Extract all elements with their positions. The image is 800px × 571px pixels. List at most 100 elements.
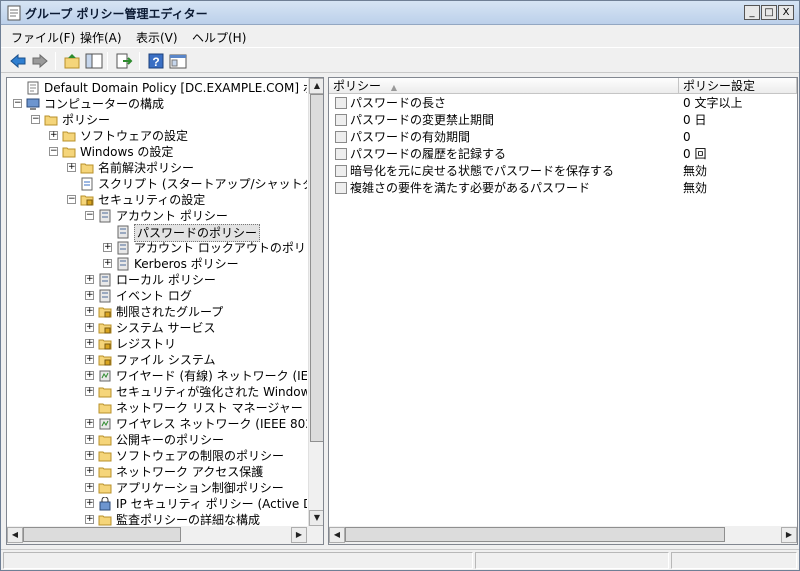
tree-horizontal-scrollbar[interactable]: ◀ ▶ — [7, 526, 323, 544]
column-policy[interactable]: ポリシー ▲ — [329, 78, 679, 94]
tree-item[interactable]: + アカウント ロックアウトのポリシー — [7, 240, 307, 256]
collapse-icon[interactable]: − — [67, 195, 76, 204]
list-scroll-left-icon[interactable]: ◀ — [329, 527, 345, 543]
scroll-right-icon[interactable]: ▶ — [291, 527, 307, 543]
tree-item[interactable]: + ワイヤレス ネットワーク (IEEE 802.11) ポ — [7, 416, 307, 432]
tree-item[interactable]: + 名前解決ポリシー — [7, 160, 307, 176]
tree-item[interactable]: + ソフトウェアの制限のポリシー — [7, 448, 307, 464]
collapse-icon[interactable]: − — [13, 99, 22, 108]
tree-item-label: ワイヤレス ネットワーク (IEEE 802.11) ポ — [116, 417, 307, 431]
tree-item[interactable]: + ソフトウェアの設定 — [7, 128, 307, 144]
close-button[interactable]: X — [778, 5, 794, 20]
tree-item[interactable]: + システム サービス — [7, 320, 307, 336]
collapse-icon[interactable]: − — [49, 147, 58, 156]
tree-item[interactable]: + ネットワーク アクセス保護 — [7, 464, 307, 480]
maximize-button[interactable]: □ — [761, 5, 777, 20]
menu-file[interactable]: ファイル(F) — [11, 29, 75, 46]
tree-item[interactable]: − アカウント ポリシー — [7, 208, 307, 224]
expand-icon[interactable]: + — [85, 275, 94, 284]
help-icon[interactable]: ? — [147, 52, 165, 70]
svg-text:?: ? — [152, 55, 159, 69]
tree-item[interactable]: パスワードのポリシー — [7, 224, 307, 242]
policy-row[interactable]: 暗号化を元に戻せる状態でパスワードを保存する 無効 — [329, 163, 797, 179]
minimize-button[interactable]: _ — [744, 5, 760, 20]
back-icon[interactable] — [9, 52, 27, 70]
tree-vertical-scrollbar[interactable]: ▲ ▼ — [308, 78, 323, 526]
expand-icon[interactable]: + — [85, 339, 94, 348]
tree-scroll-thumb[interactable] — [310, 94, 323, 442]
expand-icon[interactable]: + — [85, 483, 94, 492]
expand-icon[interactable]: + — [85, 355, 94, 364]
sort-asc-icon: ▲ — [390, 83, 397, 92]
policy-row[interactable]: パスワードの長さ 0 文字以上 — [329, 95, 797, 111]
expand-icon[interactable]: + — [85, 451, 94, 460]
policy-row[interactable]: 複雑さの要件を満たす必要があるパスワード 無効 — [329, 180, 797, 196]
tree-item[interactable]: スクリプト (スタートアップ/シャットダウン) — [7, 176, 307, 192]
tree-item[interactable]: + ファイル システム — [7, 352, 307, 368]
scroll-left-icon[interactable]: ◀ — [7, 527, 23, 543]
expand-icon[interactable]: + — [85, 515, 94, 524]
policy-setting-icon — [335, 182, 347, 194]
menu-action[interactable]: 操作(A) — [80, 29, 122, 46]
collapse-icon[interactable]: − — [85, 211, 94, 220]
tree-item[interactable]: + 監査ポリシーの詳細な構成 — [7, 512, 307, 526]
tree-item-label: システム サービス — [116, 321, 216, 335]
policy-row[interactable]: パスワードの履歴を記録する 0 回 — [329, 146, 797, 162]
up-folder-icon[interactable] — [63, 52, 81, 70]
tree-item[interactable]: Default Domain Policy [DC.EXAMPLE.COM] ポ… — [7, 80, 307, 96]
tree-item[interactable]: − ポリシー — [7, 112, 307, 128]
menu-view[interactable]: 表示(V) — [136, 29, 178, 46]
expand-icon[interactable]: + — [85, 435, 94, 444]
show-hide-tree-icon[interactable] — [85, 52, 103, 70]
computer-icon — [26, 97, 40, 110]
scroll-up-icon[interactable]: ▲ — [309, 78, 323, 94]
expand-icon[interactable]: + — [85, 467, 94, 476]
list-scroll-right-icon[interactable]: ▶ — [781, 527, 797, 543]
forward-icon[interactable] — [31, 52, 49, 70]
tree-item[interactable]: + レジストリ — [7, 336, 307, 352]
console-tree-pane[interactable]: Default Domain Policy [DC.EXAMPLE.COM] ポ… — [6, 77, 324, 545]
expand-icon[interactable]: + — [85, 291, 94, 300]
expand-icon[interactable]: + — [85, 419, 94, 428]
expand-icon[interactable]: + — [85, 307, 94, 316]
tree-item[interactable]: + ワイヤード (有線) ネットワーク (IEEE 8 — [7, 368, 307, 384]
properties-icon[interactable] — [169, 52, 187, 70]
tree-item[interactable]: + Kerberos ポリシー — [7, 256, 307, 272]
folder-icon — [98, 513, 112, 526]
expand-icon[interactable]: + — [85, 323, 94, 332]
tree-item[interactable]: + セキュリティが強化された Windows ファ — [7, 384, 307, 400]
tree-item[interactable]: + ローカル ポリシー — [7, 272, 307, 288]
tree-hscroll-thumb[interactable] — [23, 527, 181, 542]
policy-row[interactable]: パスワードの有効期間 0 — [329, 129, 797, 145]
tree-item-label: アプリケーション制御ポリシー — [116, 481, 284, 495]
tree-item[interactable]: − Windows の設定 — [7, 144, 307, 160]
tree-item[interactable]: + 公開キーのポリシー — [7, 432, 307, 448]
menu-help[interactable]: ヘルプ(H) — [192, 29, 246, 46]
collapse-icon[interactable]: − — [31, 115, 40, 124]
security-folder-icon — [98, 337, 112, 350]
tree-item[interactable]: ネットワーク リスト マネージャー ポリシー — [7, 400, 307, 416]
list-horizontal-scrollbar[interactable]: ◀ ▶ — [329, 526, 797, 544]
tree-item[interactable]: + アプリケーション制御ポリシー — [7, 480, 307, 496]
expand-icon[interactable]: + — [49, 131, 58, 140]
tree-item-label: アカウント ロックアウトのポリシー — [134, 241, 307, 255]
expand-icon[interactable]: + — [103, 243, 112, 252]
tree-item[interactable]: + イベント ログ — [7, 288, 307, 304]
policy-row[interactable]: パスワードの変更禁止期間 0 日 — [329, 112, 797, 128]
tree-item[interactable]: + IP セキュリティ ポリシー (Active Direct — [7, 496, 307, 512]
expand-icon[interactable]: + — [85, 371, 94, 380]
tree-item-label: Default Domain Policy [DC.EXAMPLE.COM] ポ… — [44, 81, 307, 95]
details-pane[interactable]: ポリシー ▲ ポリシー設定 パスワードの長さ 0 文字以上 パスワードの変更禁止期間… — [328, 77, 798, 545]
column-policy-setting[interactable]: ポリシー設定 — [679, 78, 797, 94]
expand-icon[interactable]: + — [85, 499, 94, 508]
expand-icon[interactable]: + — [85, 387, 94, 396]
tree-item[interactable]: − セキュリティの設定 — [7, 192, 307, 208]
expand-icon[interactable]: + — [103, 259, 112, 268]
tree-item[interactable]: − コンピューターの構成 — [7, 96, 307, 112]
tree-item[interactable]: + 制限されたグループ — [7, 304, 307, 320]
policy-setting-value: 0 — [683, 130, 691, 144]
list-hscroll-thumb[interactable] — [345, 527, 725, 542]
scroll-down-icon[interactable]: ▼ — [309, 510, 323, 526]
export-list-icon[interactable] — [115, 52, 133, 70]
expand-icon[interactable]: + — [67, 163, 76, 172]
